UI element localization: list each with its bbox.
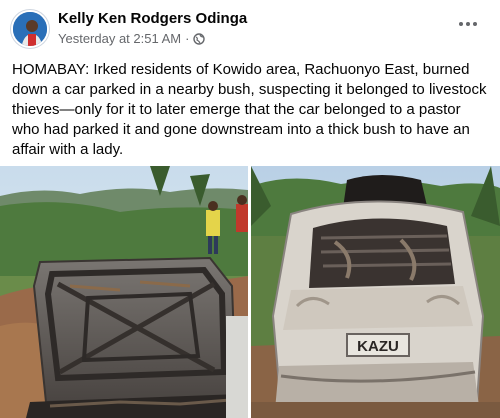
more-options-dot — [473, 22, 477, 26]
meta-separator: · — [185, 31, 190, 46]
post-timestamp[interactable]: Yesterday at 2:51 AM — [58, 31, 181, 46]
license-plate-text: KAZU — [357, 338, 399, 355]
more-options-button[interactable] — [456, 14, 480, 34]
more-options-dot — [466, 22, 470, 26]
post-text: HOMABAY: Irked residents of Kowido area,… — [12, 61, 487, 158]
globe-icon — [193, 32, 206, 45]
post-header: Kelly Ken Rodgers Odinga Yesterday at 2:… — [0, 0, 500, 50]
burned-car-hood-photo[interactable] — [0, 166, 248, 418]
burned-car-rear-photo[interactable]: KAZU — [251, 166, 500, 418]
more-options-icon — [459, 22, 463, 26]
post-meta: Yesterday at 2:51 AM · — [58, 31, 206, 46]
author-avatar[interactable] — [11, 10, 49, 48]
author-name[interactable]: Kelly Ken Rodgers Odinga — [58, 10, 247, 27]
photo-grid: KAZU — [0, 166, 500, 418]
